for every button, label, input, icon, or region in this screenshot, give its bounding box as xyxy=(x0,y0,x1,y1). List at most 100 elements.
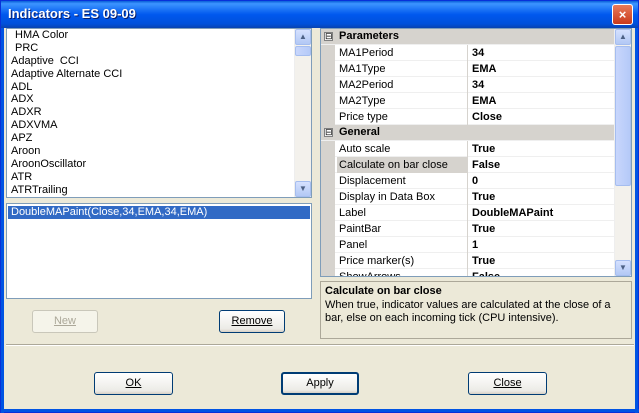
indicator-list-item[interactable]: ADXVMA xyxy=(7,119,311,132)
property-name[interactable]: Label xyxy=(337,205,468,221)
remove-button[interactable]: Remove xyxy=(219,310,285,333)
row-gutter xyxy=(321,45,335,61)
ok-button-label: OK xyxy=(125,377,142,389)
property-value[interactable]: True xyxy=(470,189,615,205)
property-name[interactable]: Displacement xyxy=(337,173,468,189)
property-row[interactable]: Price marker(s) True xyxy=(321,253,615,269)
indicator-list-item[interactable]: Adaptive Alternate CCI xyxy=(7,68,311,81)
new-button[interactable]: New xyxy=(32,310,98,333)
collapse-icon[interactable]: ⊟ xyxy=(324,128,333,137)
property-value[interactable]: Close xyxy=(470,109,615,125)
property-value[interactable]: False xyxy=(470,157,615,173)
indicator-list-item[interactable]: HMA Color xyxy=(7,29,311,42)
title-bar[interactable]: Indicators - ES 09-09 × xyxy=(1,1,638,28)
property-row[interactable]: PaintBar True xyxy=(321,221,615,237)
apply-button[interactable]: Apply xyxy=(281,372,359,395)
indicator-list-item[interactable]: ADXR xyxy=(7,106,311,119)
indicator-list-item[interactable]: ADL xyxy=(7,81,311,94)
property-row[interactable]: ShowArrows False xyxy=(321,269,615,276)
row-gutter xyxy=(321,61,335,77)
property-row[interactable]: Displacement 0 xyxy=(321,173,615,189)
indicator-list-item[interactable]: APZ xyxy=(7,132,311,145)
property-grid-scrollbar[interactable]: ▲ ▼ xyxy=(614,29,631,276)
property-value[interactable]: DoubleMAPaint xyxy=(470,205,615,221)
property-value[interactable]: 34 xyxy=(470,77,615,93)
close-button[interactable]: Close xyxy=(468,372,547,395)
row-gutter xyxy=(321,141,335,157)
property-name[interactable]: MA1Type xyxy=(337,61,468,77)
property-name[interactable]: PaintBar xyxy=(337,221,468,237)
property-name[interactable]: MA2Period xyxy=(337,77,468,93)
property-value[interactable]: 1 xyxy=(470,237,615,253)
indicator-list-item[interactable]: PRC xyxy=(7,42,311,55)
apply-button-label: Apply xyxy=(306,377,334,389)
indicator-list-item[interactable]: ADX xyxy=(7,93,311,106)
category-label: General xyxy=(339,126,380,138)
property-value[interactable]: EMA xyxy=(470,61,615,77)
row-gutter xyxy=(321,237,335,253)
property-row[interactable]: Label DoubleMAPaint xyxy=(321,205,615,221)
grid-scroll-up-arrow-icon[interactable]: ▲ xyxy=(615,29,631,45)
row-gutter xyxy=(321,157,335,173)
property-value[interactable]: 34 xyxy=(470,45,615,61)
property-value[interactable]: 0 xyxy=(470,173,615,189)
scroll-down-arrow-icon[interactable]: ▼ xyxy=(295,181,311,197)
row-gutter xyxy=(321,77,335,93)
indicator-list-item[interactable]: Adaptive CCI xyxy=(7,55,311,68)
row-gutter xyxy=(321,189,335,205)
property-name[interactable]: Panel xyxy=(337,237,468,253)
property-value[interactable]: True xyxy=(470,253,615,269)
close-window-button[interactable]: × xyxy=(612,4,633,25)
scroll-thumb[interactable] xyxy=(295,46,311,56)
property-row[interactable]: MA2Type EMA xyxy=(321,93,615,109)
applied-indicator-item[interactable]: DoubleMAPaint(Close,34,EMA,34,EMA) xyxy=(8,206,310,219)
property-category[interactable]: ⊟ General xyxy=(321,125,615,141)
property-value[interactable]: True xyxy=(470,141,615,157)
property-row[interactable]: MA1Period 34 xyxy=(321,45,615,61)
indicator-list-item[interactable]: ATR xyxy=(7,171,311,184)
property-value[interactable]: EMA xyxy=(470,93,615,109)
property-grid[interactable]: ⊟ Parameters MA1Period 34 MA1Type EMA MA2Perio… xyxy=(320,28,632,277)
property-row[interactable]: Auto scale True xyxy=(321,141,615,157)
row-gutter xyxy=(321,173,335,189)
property-row[interactable]: MA2Period 34 xyxy=(321,77,615,93)
collapse-icon[interactable]: ⊟ xyxy=(324,32,333,41)
footer-separator xyxy=(6,344,634,346)
row-gutter xyxy=(321,205,335,221)
indicator-list-item[interactable]: Aroon xyxy=(7,145,311,158)
description-text: When true, indicator values are calculat… xyxy=(325,299,611,324)
property-category[interactable]: ⊟ Parameters xyxy=(321,29,615,45)
window-frame-left xyxy=(1,28,4,413)
ok-button[interactable]: OK xyxy=(94,372,173,395)
new-button-label: New xyxy=(53,315,76,327)
available-indicators-list[interactable]: HMA Color PRC Adaptive CCI Adaptive Alterna… xyxy=(6,28,312,198)
grid-scroll-down-arrow-icon[interactable]: ▼ xyxy=(615,260,631,276)
window-title: Indicators - ES 09-09 xyxy=(8,6,136,21)
property-name[interactable]: Display in Data Box xyxy=(337,189,468,205)
indicator-list-item[interactable]: ATRTrailing xyxy=(7,184,311,197)
property-value[interactable]: False xyxy=(470,269,615,276)
property-name[interactable]: Auto scale xyxy=(337,141,468,157)
property-name[interactable]: MA2Type xyxy=(337,93,468,109)
property-name[interactable]: Calculate on bar close xyxy=(337,157,468,173)
property-row[interactable]: Price type Close xyxy=(321,109,615,125)
indicator-list-scrollbar[interactable]: ▲ ▼ xyxy=(294,29,311,197)
remove-button-label: Remove xyxy=(231,315,273,327)
property-name[interactable]: ShowArrows xyxy=(337,269,468,276)
property-row[interactable]: MA1Type EMA xyxy=(321,61,615,77)
scroll-up-arrow-icon[interactable]: ▲ xyxy=(295,29,311,45)
property-value[interactable]: True xyxy=(470,221,615,237)
property-name[interactable]: Price type xyxy=(337,109,468,125)
property-row[interactable]: Display in Data Box True xyxy=(321,189,615,205)
applied-indicators-list[interactable]: DoubleMAPaint(Close,34,EMA,34,EMA) xyxy=(6,203,312,299)
row-gutter xyxy=(321,269,335,276)
grid-scroll-thumb[interactable] xyxy=(615,46,631,186)
property-row[interactable]: Panel 1 xyxy=(321,237,615,253)
indicator-list-item[interactable]: AroonOscillator xyxy=(7,158,311,171)
row-gutter xyxy=(321,253,335,269)
property-row[interactable]: Calculate on bar close False xyxy=(321,157,615,173)
property-name[interactable]: MA1Period xyxy=(337,45,468,61)
row-gutter xyxy=(321,93,335,109)
property-name[interactable]: Price marker(s) xyxy=(337,253,468,269)
row-gutter xyxy=(321,109,335,125)
